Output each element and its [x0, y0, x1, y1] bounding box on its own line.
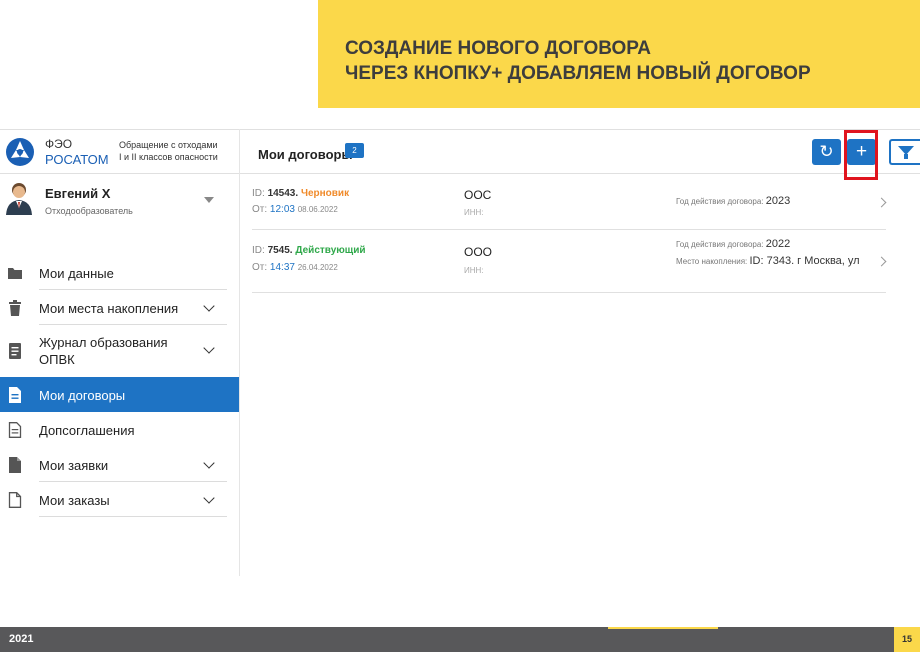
- file-icon: [9, 457, 21, 473]
- sidebar-item-label-line1: Журнал образования: [39, 335, 168, 350]
- chevron-right-icon[interactable]: [876, 256, 887, 267]
- year-label: Год действия договора:: [676, 197, 764, 206]
- id-label: ID:: [252, 188, 265, 199]
- folder-icon: [8, 268, 22, 279]
- chevron-right-icon[interactable]: [876, 197, 887, 208]
- contract-org: ООО: [464, 245, 493, 259]
- contract-created: От: 12:03 08.06.2022: [252, 204, 338, 215]
- contract-created: От: 14:37 26.04.2022: [252, 262, 338, 273]
- sidebar-item-label: Мои заказы: [39, 493, 110, 508]
- chevron-down-icon: [203, 300, 215, 312]
- journal-icon: [9, 343, 21, 359]
- logo-rosatom-text: РОСАТОМ: [45, 152, 109, 167]
- banner-title: СОЗДАНИЕ НОВОГО ДОГОВОРА: [345, 38, 651, 59]
- place-label: Место накопления:: [676, 257, 748, 266]
- created-date: 08.06.2022: [297, 205, 338, 214]
- id-value: 14543.: [267, 188, 299, 199]
- document-icon: [9, 387, 21, 403]
- contract-row[interactable]: ID: 14543. Черновик От: 12:03 08.06.2022…: [252, 173, 887, 230]
- id-label: ID:: [252, 245, 265, 256]
- rosatom-logo-icon: [6, 138, 34, 166]
- logo-block[interactable]: ФЭО РОСАТОМ Обращение с отходами I и II …: [0, 129, 239, 174]
- sidebar-item-label: Мои данные: [39, 266, 114, 281]
- contract-storage-place: Место накопления: ID: 7343. г Москва, ул: [676, 255, 860, 267]
- title-banner: СОЗДАНИЕ НОВОГО ДОГОВОРА ЧЕРЕЗ КНОПКУ+ Д…: [318, 0, 920, 108]
- sidebar-item-journal[interactable]: Журнал образования ОПВК: [0, 325, 239, 375]
- user-role: Отходообразователь: [45, 206, 133, 216]
- created-date: 26.04.2022: [297, 263, 338, 272]
- avatar: [6, 183, 32, 215]
- year-label: Год действия договора:: [676, 240, 764, 249]
- sidebar-item-my-contracts[interactable]: Мои договоры: [0, 377, 239, 412]
- year-value: 2022: [765, 238, 791, 250]
- sidebar: ФЭО РОСАТОМ Обращение с отходами I и II …: [0, 129, 240, 576]
- contract-row[interactable]: ID: 7545. Действующий От: 14:37 26.04.20…: [252, 230, 887, 293]
- sidebar-item-my-data[interactable]: Мои данные: [0, 255, 239, 290]
- banner-subtitle: ЧЕРЕЗ КНОПКУ+ ДОБАВЛЯЕМ НОВЫЙ ДОГОВОР: [345, 63, 811, 84]
- divider: [39, 516, 227, 517]
- sidebar-item-label-line2: ОПВК: [39, 352, 75, 367]
- year-value: 2023: [765, 195, 791, 207]
- place-value: ID: 7343. г Москва, ул: [749, 255, 860, 267]
- status-badge: Черновик: [300, 188, 350, 199]
- contract-org: ООС: [464, 188, 492, 202]
- sidebar-item-label: Мои договоры: [39, 388, 126, 403]
- trash-icon: [9, 300, 21, 316]
- page-title: Мои договоры: [258, 147, 353, 162]
- chevron-down-icon: [203, 492, 215, 504]
- logo-desc-line2: I и II классов опасности: [119, 152, 218, 162]
- footer-accent: [608, 627, 718, 629]
- contract-id: ID: 7545. Действующий: [252, 245, 366, 256]
- sidebar-item-label: Журнал образования ОПВК: [39, 334, 168, 368]
- id-value: 7545.: [267, 245, 293, 256]
- file-outline-icon: [8, 492, 22, 508]
- refresh-icon: ↻: [819, 142, 834, 161]
- logo-description: Обращение с отходами I и II классов опас…: [119, 139, 234, 163]
- contract-id: ID: 14543. Черновик: [252, 188, 349, 199]
- sidebar-item-storage-places[interactable]: Мои места накопления: [0, 290, 239, 325]
- main-panel: Мои договоры 2 ↻ + ID: 14543. Черновик О…: [240, 129, 920, 576]
- sidebar-item-label: Мои места накопления: [39, 301, 179, 316]
- main-header: Мои договоры 2 ↻ +: [240, 129, 920, 180]
- inn-label: ИНН:: [464, 208, 484, 217]
- created-time: 14:37: [269, 262, 295, 273]
- caret-down-icon[interactable]: [204, 197, 214, 203]
- logo-feo-text: ФЭО: [45, 137, 73, 151]
- contract-year: Год действия договора: 2022: [676, 238, 790, 250]
- page-number: 15: [894, 627, 920, 652]
- from-label: От:: [252, 262, 268, 273]
- status-badge: Действующий: [295, 245, 366, 256]
- sidebar-item-label: Мои заявки: [39, 458, 109, 473]
- created-time: 12:03: [269, 204, 295, 215]
- sidebar-item-supplements[interactable]: Допсоглашения: [0, 412, 239, 447]
- document-outline-icon: [8, 422, 22, 438]
- sidebar-item-label: Допсоглашения: [39, 423, 135, 438]
- user-profile[interactable]: Евгений Х Отходообразователь: [0, 173, 239, 227]
- filter-button[interactable]: [889, 139, 920, 165]
- sidebar-item-my-orders[interactable]: Мои заказы: [0, 482, 239, 517]
- contracts-count-badge: 2: [345, 143, 364, 158]
- logo-desc-line1: Обращение с отходами: [119, 140, 218, 150]
- from-label: От:: [252, 204, 268, 215]
- refresh-button[interactable]: ↻: [812, 139, 841, 165]
- inn-label: ИНН:: [464, 266, 484, 275]
- slide-footer: 2021 15: [0, 627, 920, 652]
- sidebar-item-my-requests[interactable]: Мои заявки: [0, 447, 239, 482]
- footer-year: 2021: [9, 633, 34, 645]
- contract-year: Год действия договора: 2023: [676, 195, 790, 207]
- chevron-down-icon: [203, 457, 215, 469]
- chevron-down-icon: [203, 342, 215, 354]
- app-window: ФЭО РОСАТОМ Обращение с отходами I и II …: [0, 129, 920, 576]
- user-name: Евгений Х: [45, 186, 111, 201]
